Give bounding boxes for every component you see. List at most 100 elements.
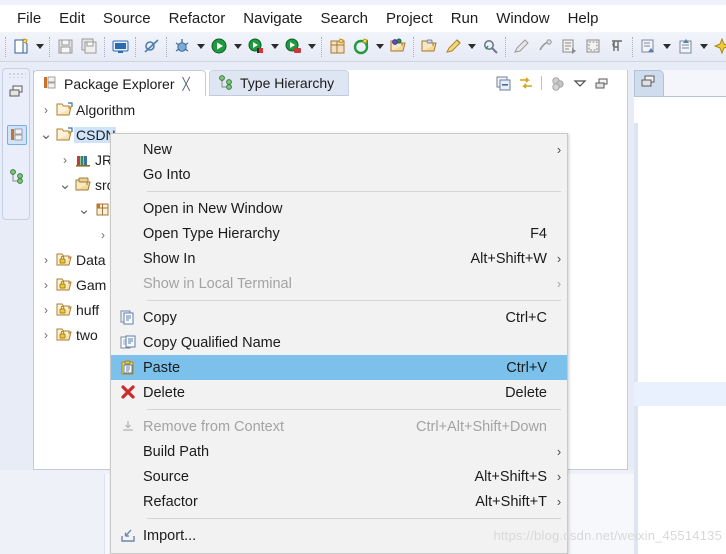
chevron-down-icon[interactable] (231, 36, 244, 58)
pencil-button[interactable] (510, 36, 532, 58)
chevron-right-icon[interactable]: › (38, 103, 54, 117)
last-edit-button[interactable] (711, 36, 726, 58)
previous-edit-button[interactable] (558, 36, 580, 58)
search-button[interactable] (479, 36, 501, 58)
new-wizard-button[interactable] (10, 36, 32, 58)
menu-search[interactable]: Search (311, 8, 377, 29)
tab-type-hierarchy[interactable]: Type Hierarchy (209, 70, 349, 96)
minimize-view-icon[interactable] (592, 74, 611, 93)
toggle-block-selection-icon (585, 38, 602, 55)
console-icon (112, 38, 129, 55)
view-toolbar[interactable] (490, 70, 628, 96)
tree-row[interactable]: › Algorithm (34, 97, 627, 122)
menu-source[interactable]: Source (94, 8, 160, 29)
run-button[interactable] (208, 36, 230, 58)
show-whitespace-button[interactable] (606, 36, 628, 58)
next-annotation-button[interactable] (534, 36, 556, 58)
chevron-down-icon[interactable] (660, 36, 673, 58)
menu-item-new[interactable]: New › (111, 137, 567, 162)
chevron-down-icon[interactable] (305, 36, 318, 58)
save-button[interactable] (54, 36, 76, 58)
rail-drag-handle[interactable] (8, 72, 26, 78)
tree-item-label: Algorithm (76, 101, 136, 118)
open-type-icon (389, 38, 407, 55)
run-external-tools-button[interactable] (245, 36, 267, 58)
menu-project[interactable]: Project (377, 8, 442, 29)
save-all-button[interactable] (78, 36, 100, 58)
debug-button[interactable] (171, 36, 193, 58)
package-explorer-rail-button[interactable] (7, 125, 27, 145)
new-java-class-button[interactable] (350, 36, 372, 58)
menu-window[interactable]: Window (487, 8, 558, 29)
chevron-right-icon[interactable]: › (38, 303, 54, 317)
toggle-block-selection-button[interactable] (582, 36, 604, 58)
menu-item-shortcut: Ctrl+V (506, 359, 547, 376)
menu-item-open-in-new-window[interactable]: Open in New Window (111, 196, 567, 221)
menu-item-source[interactable]: Source Alt+Shift+S › (111, 464, 567, 489)
fast-view-rail[interactable] (2, 68, 30, 220)
editor-restore-icon (641, 75, 658, 92)
menu-file[interactable]: File (8, 8, 50, 29)
chevron-down-icon[interactable] (373, 36, 386, 58)
editor-body[interactable] (634, 96, 726, 554)
restore-perspective-button[interactable] (7, 83, 27, 103)
chevron-down-icon[interactable] (33, 36, 46, 58)
focus-on-active-task-icon[interactable] (548, 74, 567, 93)
paste-icon (113, 360, 143, 375)
menu-item-export[interactable]: Export... (111, 548, 567, 554)
chevron-down-icon[interactable] (697, 36, 710, 58)
chevron-down-icon[interactable] (465, 36, 478, 58)
menu-edit[interactable]: Edit (50, 8, 94, 29)
chevron-down-icon[interactable] (194, 36, 207, 58)
toolbar-separator (166, 36, 167, 57)
edit-marker-button[interactable] (442, 36, 464, 58)
toolbar-separator (135, 36, 136, 57)
menu-bar[interactable]: File Edit Source Refactor Navigate Search Proj… (0, 5, 726, 32)
chevron-down-icon[interactable]: ⌄ (76, 202, 92, 217)
menu-item-go-into[interactable]: Go Into (111, 162, 567, 187)
view-menu-icon[interactable] (570, 74, 589, 93)
tab-package-explorer[interactable]: Package Explorer ╳ (33, 70, 206, 96)
link-with-editor-icon[interactable] (516, 74, 535, 93)
menu-item-delete[interactable]: Delete Delete (111, 380, 567, 405)
context-menu[interactable]: New › Go Into Open in New Window Open Type H… (110, 133, 568, 554)
chevron-right-icon[interactable]: › (38, 328, 54, 342)
back-history-button[interactable] (637, 36, 659, 58)
chevron-right-icon[interactable]: › (95, 228, 111, 242)
menu-item-paste[interactable]: Paste Ctrl+V (111, 355, 567, 380)
open-type-button[interactable] (387, 36, 409, 58)
chevron-down-icon[interactable] (268, 36, 281, 58)
forward-history-button[interactable] (674, 36, 696, 58)
menu-item-open-type-hierarchy[interactable]: Open Type Hierarchy F4 (111, 221, 567, 246)
menu-help[interactable]: Help (559, 8, 608, 29)
skip-breakpoints-button[interactable] (140, 36, 162, 58)
chevron-down-icon[interactable]: ⌄ (38, 127, 54, 142)
coverage-button[interactable] (282, 36, 304, 58)
main-toolbar[interactable] (0, 32, 726, 62)
menu-item-copy-qualified-name[interactable]: Copy Qualified Name (111, 330, 567, 355)
menu-navigate[interactable]: Navigate (234, 8, 311, 29)
close-icon[interactable]: ╳ (183, 77, 190, 91)
chevron-right-icon[interactable]: › (38, 278, 54, 292)
menu-item-show-in[interactable]: Show In Alt+Shift+W › (111, 246, 567, 271)
menu-run[interactable]: Run (442, 8, 488, 29)
chevron-right-icon[interactable]: › (38, 253, 54, 267)
open-task-button[interactable] (418, 36, 440, 58)
menu-item-refactor[interactable]: Refactor Alt+Shift+T › (111, 489, 567, 514)
chevron-down-icon[interactable]: ⌄ (57, 177, 73, 192)
chevron-right-icon[interactable]: › (57, 153, 73, 167)
menu-item-label: Paste (143, 359, 181, 376)
type-hierarchy-rail-button[interactable] (7, 167, 27, 187)
menu-item-label: Show in Local Terminal (143, 275, 292, 292)
menu-item-import[interactable]: Import... (111, 523, 567, 548)
console-button[interactable] (109, 36, 131, 58)
new-java-package-button[interactable] (326, 36, 348, 58)
menu-refactor[interactable]: Refactor (160, 8, 235, 29)
menu-item-label: Go Into (143, 166, 191, 183)
collapse-all-icon[interactable] (494, 74, 513, 93)
package-icon (92, 202, 112, 217)
menu-item-copy[interactable]: Copy Ctrl+C (111, 305, 567, 330)
editor-tab[interactable] (634, 70, 664, 96)
menu-item-build-path[interactable]: Build Path › (111, 439, 567, 464)
closed-java-project-icon (54, 302, 74, 317)
